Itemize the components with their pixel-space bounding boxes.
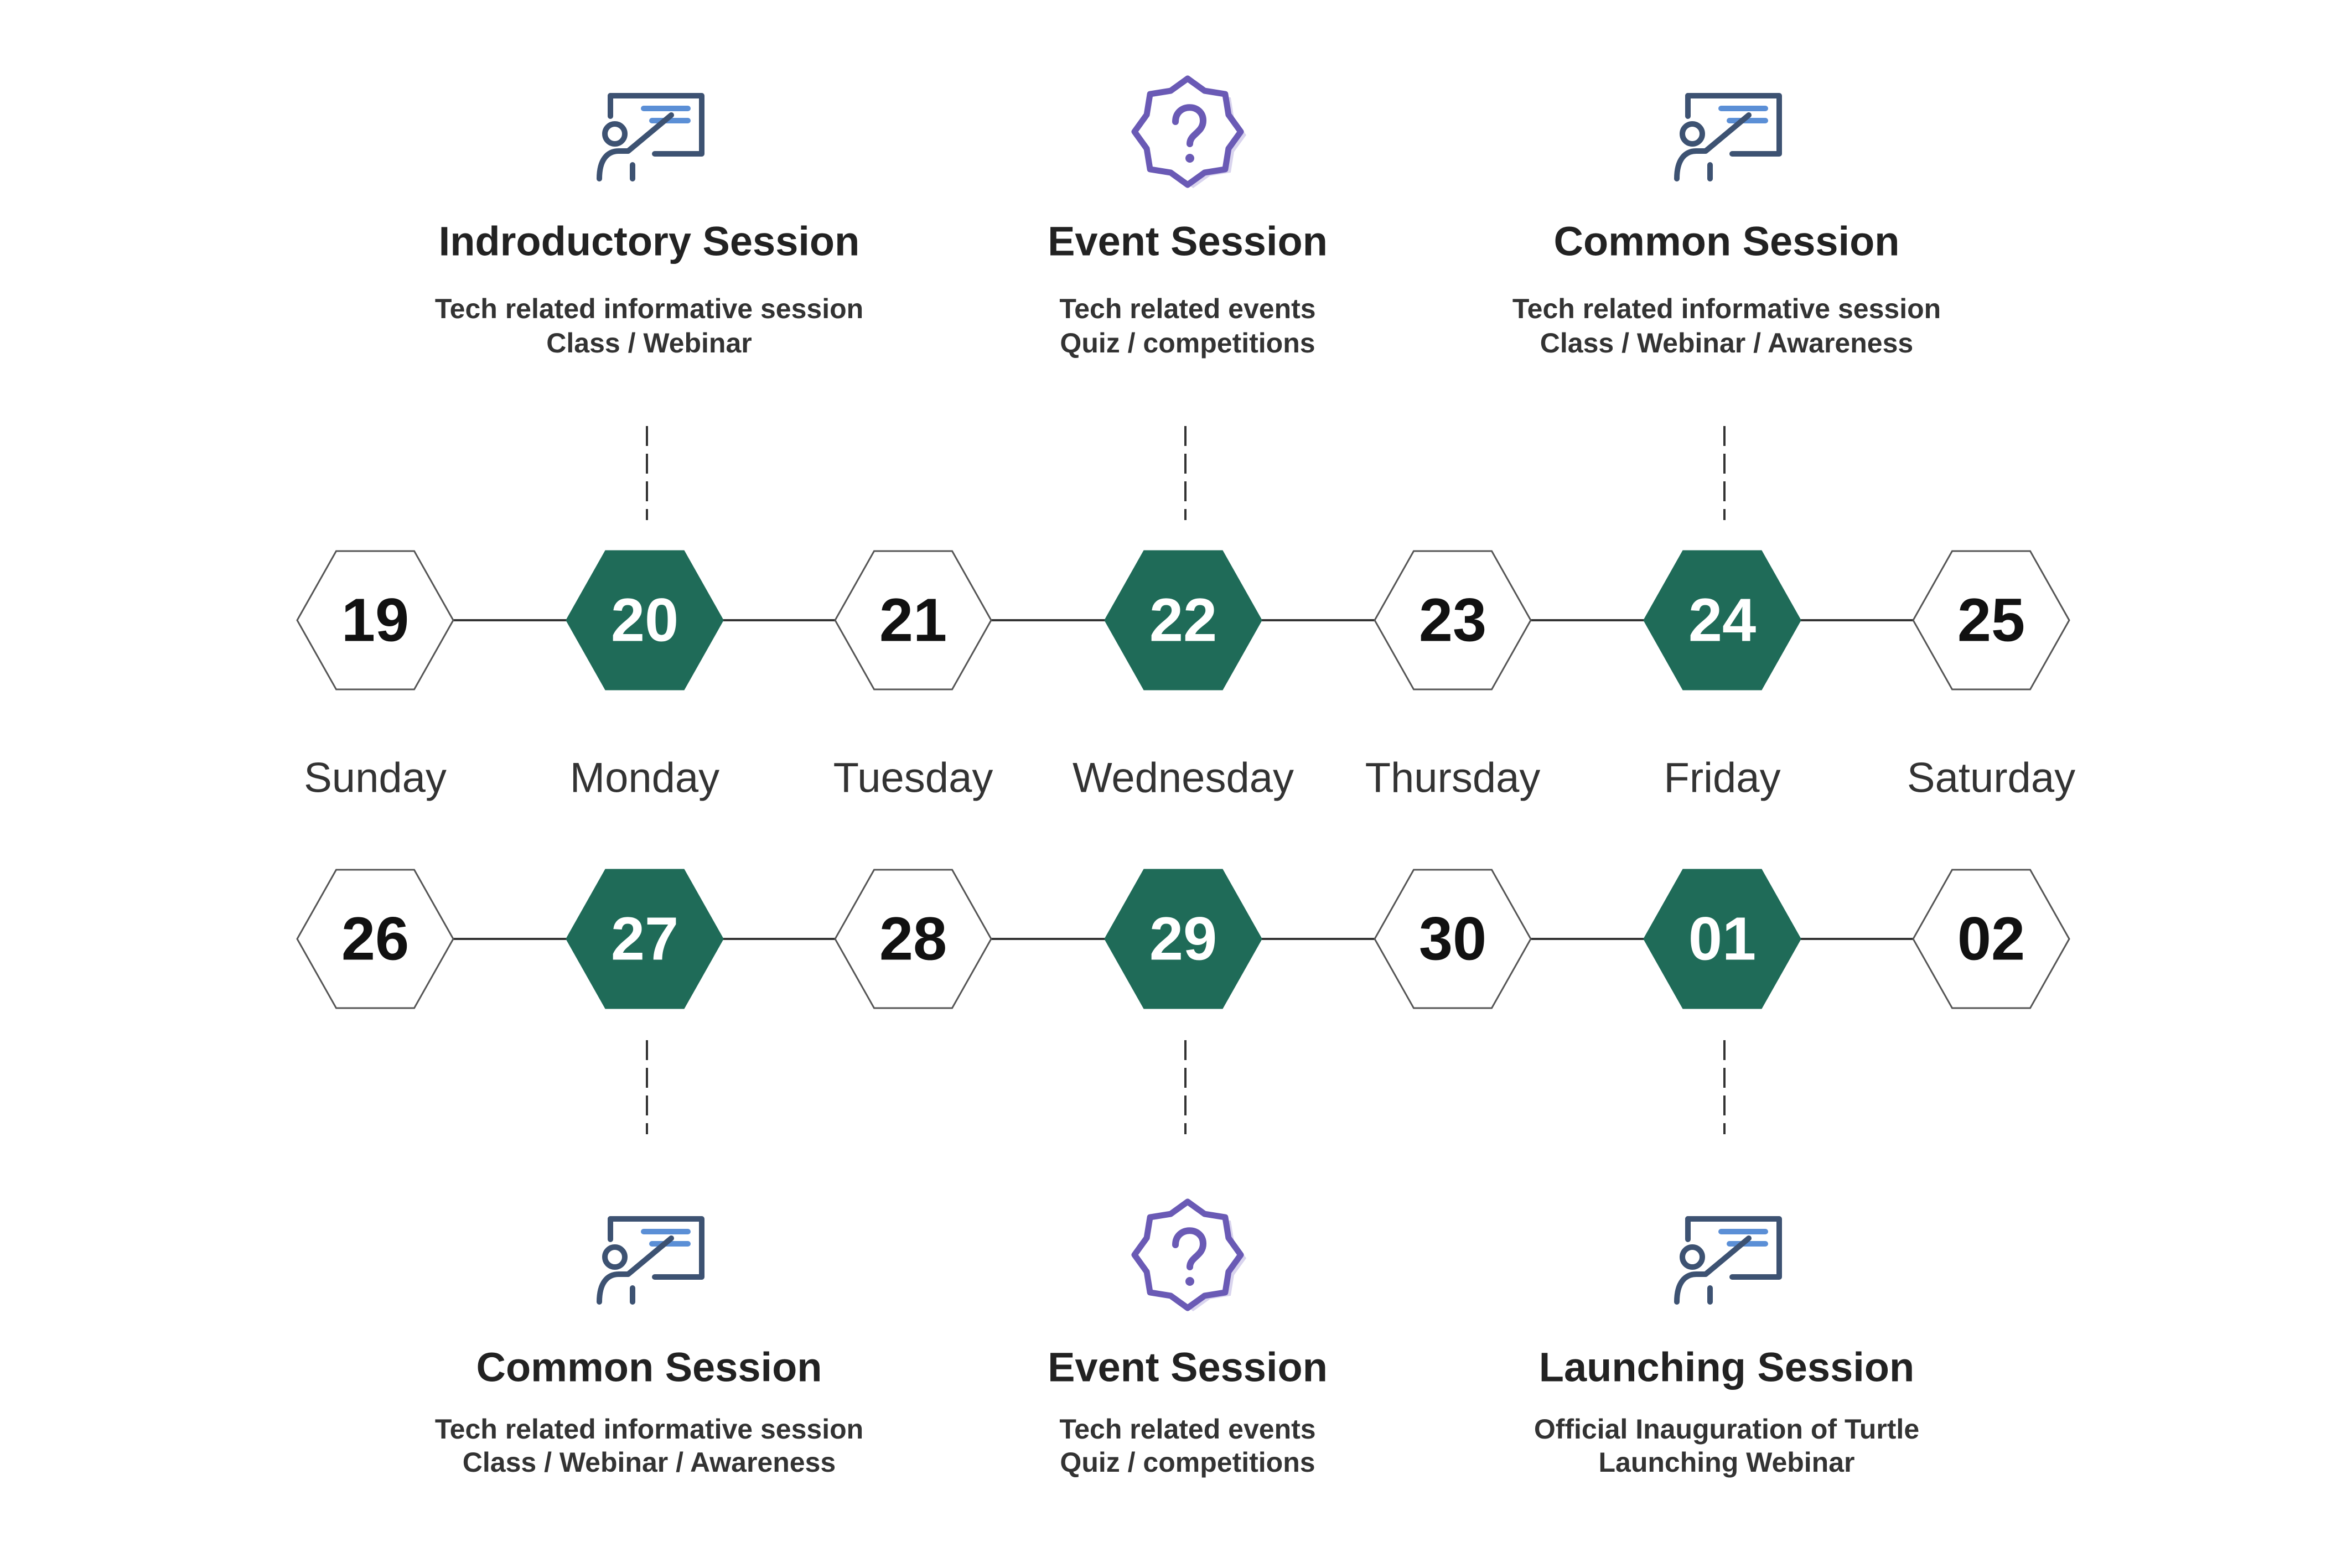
day-number: 20: [611, 586, 678, 655]
day-number: 28: [879, 905, 947, 973]
week1-day-22: 22: [1104, 550, 1262, 690]
week1-day-21: 21: [834, 550, 992, 690]
week1-day-19: 19: [296, 550, 454, 690]
day-number: 02: [1957, 905, 2025, 973]
weekday-label-wednesday: Wednesday: [1073, 755, 1294, 802]
week1-day-20: 20: [566, 550, 724, 690]
week1-day-24: 24: [1643, 550, 1801, 690]
session-description-line: Quiz / competitions: [1060, 1447, 1315, 1478]
bottom-session-2: Event Session Tech related eventsQuiz / c…: [1048, 1198, 1328, 1478]
week2-day-30: 30: [1374, 869, 1532, 1009]
day-number: 26: [341, 905, 409, 973]
presentation-icon: [597, 1216, 704, 1305]
weekday-labels: Sunday Monday Tuesday Wednesday Thursday Frid…: [304, 755, 2075, 802]
session-title: Common Session: [1554, 219, 1900, 264]
bottom-session-3: Launching Session Official Inauguration o…: [1534, 1216, 1919, 1478]
presentation-icon: [1674, 93, 1782, 181]
day-number: 21: [879, 586, 947, 655]
session-description-line: Tech related events: [1059, 1414, 1315, 1445]
top-session-2: Event Session Tech related events Quiz / c…: [1048, 75, 1328, 359]
session-description-line: Launching Webinar: [1599, 1447, 1855, 1478]
day-number: 29: [1149, 905, 1217, 973]
presentation-icon: [597, 93, 704, 181]
weekday-label-monday: Monday: [570, 755, 719, 802]
week2-day-01: 01: [1643, 869, 1801, 1009]
weekday-label-tuesday: Tuesday: [833, 755, 993, 802]
session-description-line: Tech related informative session: [435, 1414, 863, 1445]
day-number: 01: [1688, 905, 1756, 973]
presentation-icon: [1674, 1216, 1782, 1305]
day-number: 24: [1688, 586, 1756, 655]
session-description-line: Class / Webinar / Awareness: [463, 1447, 836, 1478]
session-description-line: Tech related informative session: [435, 293, 863, 324]
session-description-line: Official Inauguration of Turtle: [1534, 1414, 1919, 1445]
week2-day-28: 28: [834, 869, 992, 1009]
question-badge-icon: [1131, 75, 1246, 188]
session-title: Indroductory Session: [439, 219, 860, 264]
session-description-line: Quiz / competitions: [1060, 328, 1315, 359]
session-description-line: Tech related informative session: [1512, 293, 1941, 324]
session-description-line: Tech related events: [1059, 293, 1315, 324]
weekday-label-friday: Friday: [1664, 755, 1780, 802]
session-title: Launching Session: [1539, 1344, 1914, 1390]
day-number: 22: [1149, 586, 1217, 655]
top-session-3: Common Session Tech related informative s…: [1512, 93, 1941, 359]
day-number: 25: [1957, 586, 2025, 655]
weekday-label-sunday: Sunday: [304, 755, 447, 802]
day-number: 23: [1419, 586, 1486, 655]
question-badge-icon: [1131, 1198, 1246, 1311]
session-title: Event Session: [1048, 219, 1328, 264]
calendar-timeline-diagram: 19 20 21 22 23 24 25 26 27 28 29 30 01 02 Sunday Monda…: [296, 75, 2075, 1478]
week2-day-26: 26: [296, 869, 454, 1009]
session-description-line: Class / Webinar: [546, 328, 752, 359]
day-number: 19: [341, 586, 409, 655]
week2-day-02: 02: [1912, 869, 2070, 1009]
day-number: 30: [1419, 905, 1486, 973]
week1-day-25: 25: [1912, 550, 2070, 690]
weekday-label-thursday: Thursday: [1365, 755, 1541, 802]
session-description-line: Class / Webinar / Awareness: [1540, 328, 1913, 359]
session-title: Event Session: [1048, 1344, 1328, 1390]
week2-day-29: 29: [1104, 869, 1262, 1009]
day-number: 27: [611, 905, 678, 973]
bottom-session-1: Common Session Tech related informative s…: [435, 1216, 863, 1478]
top-session-1: Indroductory Session Tech related informa…: [435, 93, 863, 359]
weekday-label-saturday: Saturday: [1907, 755, 2075, 802]
week1-day-23: 23: [1374, 550, 1532, 690]
week2-day-27: 27: [566, 869, 724, 1009]
session-title: Common Session: [476, 1344, 822, 1390]
